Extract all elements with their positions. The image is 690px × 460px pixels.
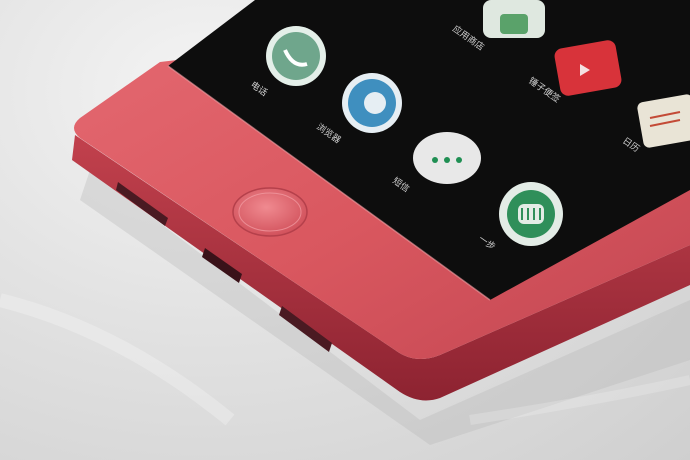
app-icon-phone[interactable] — [266, 26, 326, 86]
home-button[interactable] — [232, 187, 308, 237]
app-icon-messages[interactable] — [413, 132, 481, 184]
app-icon-onestep[interactable] — [499, 182, 563, 246]
app-icon-browser[interactable] — [342, 73, 402, 133]
app-icon-store[interactable] — [483, 0, 545, 38]
photo-scene: 电话 浏览器 短信 一步 应用商店 锤子便签 日历 — [0, 0, 690, 445]
